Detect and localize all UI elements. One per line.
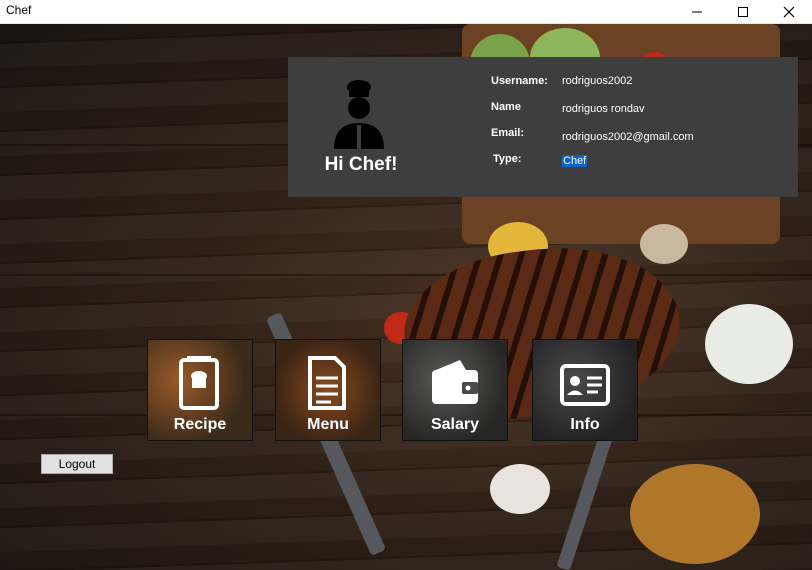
mushroom	[640, 224, 688, 264]
minimize-button[interactable]	[674, 0, 720, 23]
email-value: rodriguos2002@gmail.com	[562, 131, 694, 143]
recipe-tile-label: Recipe	[173, 416, 227, 433]
name-label: Name	[491, 101, 521, 113]
window-title: Chef	[6, 3, 32, 17]
menu-tile-label: Menu	[307, 416, 349, 433]
logout-button[interactable]: Logout	[41, 454, 113, 474]
type-value: Chef	[562, 155, 588, 167]
chef-icon	[334, 80, 384, 149]
minimize-icon	[692, 11, 702, 12]
id-card-icon	[560, 364, 610, 406]
username-label: Username:	[491, 75, 548, 87]
recipe-tile[interactable]: Recipe	[147, 339, 253, 441]
salt-pile	[490, 464, 550, 514]
email-label: Email:	[491, 127, 525, 139]
info-tile-label: Info	[570, 416, 600, 433]
close-button[interactable]	[766, 0, 812, 23]
name-value: rodriguos rondav	[562, 103, 645, 115]
wood-plank-seam	[0, 274, 812, 276]
menu-tile[interactable]: Menu	[275, 339, 381, 441]
info-tile[interactable]: Info	[532, 339, 638, 441]
maximize-icon	[738, 6, 748, 17]
username-value: rodriguos2002	[562, 75, 633, 87]
greeting: Hi Chef!	[324, 154, 398, 175]
salary-tile[interactable]: Salary	[402, 339, 508, 441]
potato-wedges	[630, 464, 760, 564]
sauce-bowl	[705, 304, 793, 384]
wallet-icon	[432, 360, 478, 404]
salary-tile-label: Salary	[430, 416, 480, 433]
title-bar: Chef	[0, 0, 812, 24]
close-icon	[783, 6, 795, 17]
profile-panel: Hi Chef! Username: rodriguos2002 Name ro…	[288, 57, 798, 197]
menu-document-icon	[308, 356, 346, 410]
type-label: Type:	[493, 153, 522, 165]
maximize-button[interactable]	[720, 0, 766, 23]
recipe-book-icon	[179, 356, 219, 410]
